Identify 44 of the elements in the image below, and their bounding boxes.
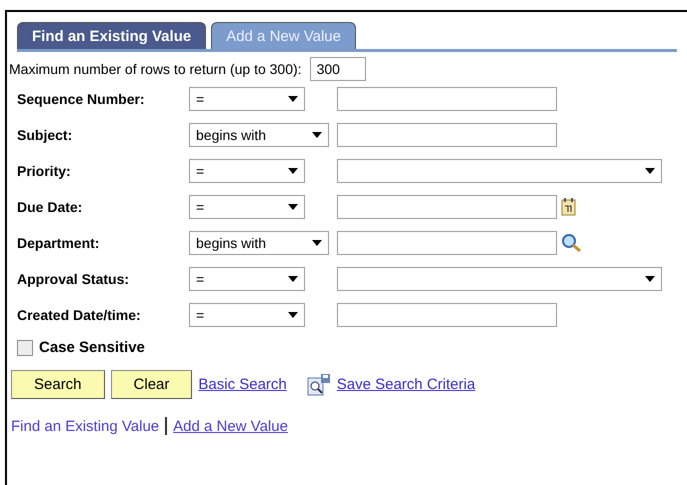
tab[interactable]: Find an Existing Value	[17, 22, 206, 49]
max-rows-label: Maximum number of rows to return (up to 300):	[9, 61, 302, 77]
caret-icon	[288, 96, 298, 102]
field-label: Subject:	[17, 127, 74, 143]
basic-search-link[interactable]: Basic Search	[198, 376, 287, 393]
footer-link[interactable]: Find an Existing Value	[11, 418, 160, 434]
max-rows-field[interactable]: 300	[310, 57, 366, 81]
calendar-icon[interactable]	[561, 198, 577, 216]
field-label: Created Date/time:	[17, 307, 142, 323]
operator-dropdown[interactable]: =	[189, 159, 305, 183]
operator-dropdown[interactable]: =	[189, 267, 305, 291]
field-label: Due Date:	[17, 199, 84, 215]
value-dropdown[interactable]	[337, 267, 662, 291]
value-field[interactable]	[337, 195, 557, 219]
field-label: Sequence Number:	[17, 91, 146, 107]
save-criteria-link[interactable]: Save Search Criteria	[336, 376, 476, 393]
caret-icon	[288, 204, 298, 210]
clear-button[interactable]: Clear	[110, 370, 192, 399]
field-label: Approval Status:	[17, 271, 130, 287]
footer-link[interactable]: Add a New Value	[173, 418, 288, 434]
checkbox[interactable]	[17, 340, 33, 356]
value-field[interactable]	[337, 123, 557, 147]
caret-icon	[288, 168, 298, 174]
save-search-icon[interactable]	[306, 374, 331, 396]
caret-icon	[288, 312, 298, 318]
operator-dropdown[interactable]: begins with	[189, 123, 329, 147]
caret-icon	[645, 168, 655, 174]
operator-dropdown[interactable]: =	[189, 303, 305, 327]
caret-icon	[312, 132, 322, 138]
operator-dropdown[interactable]: =	[189, 87, 305, 111]
checkbox-label: Case Sensitive	[39, 339, 145, 356]
value-field[interactable]	[337, 87, 557, 111]
operator-dropdown[interactable]: begins with	[189, 231, 329, 255]
value-dropdown[interactable]	[337, 159, 662, 183]
caret-icon	[645, 276, 655, 282]
value-field[interactable]	[337, 231, 557, 255]
caret-icon	[288, 276, 298, 282]
search-button[interactable]: Search	[11, 370, 105, 399]
operator-dropdown[interactable]: =	[189, 195, 305, 219]
field-label: Priority:	[17, 163, 72, 179]
field-label: Department:	[17, 235, 100, 251]
caret-icon	[312, 240, 322, 246]
value-field[interactable]	[337, 303, 557, 327]
search-icon[interactable]	[561, 233, 583, 253]
